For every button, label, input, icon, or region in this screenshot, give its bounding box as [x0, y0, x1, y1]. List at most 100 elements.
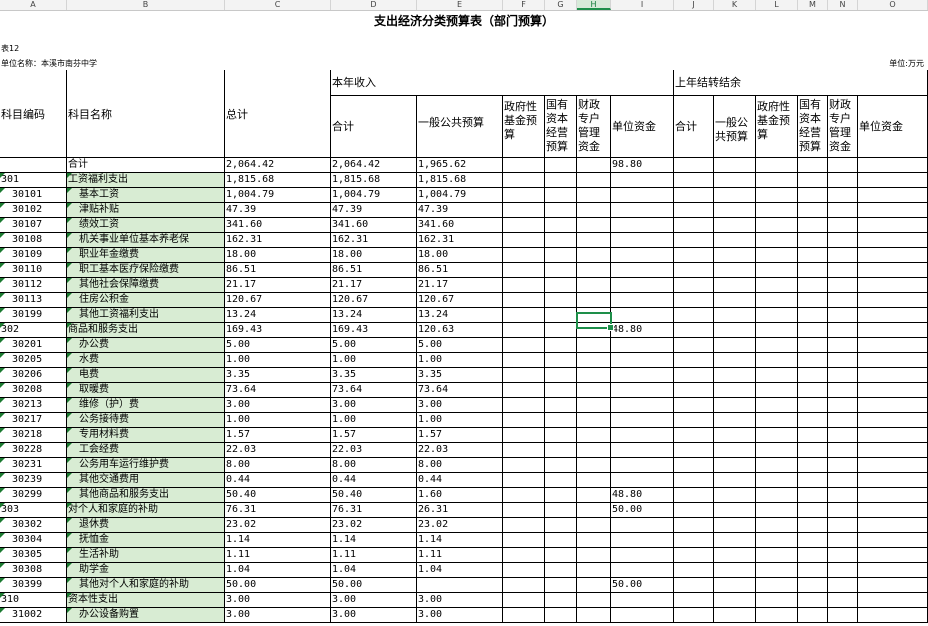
row-empty[interactable]: [798, 248, 828, 263]
row-total[interactable]: 1.04: [225, 563, 331, 578]
row-empty[interactable]: [714, 428, 756, 443]
row-empty[interactable]: [503, 488, 545, 503]
row-empty[interactable]: [577, 203, 611, 218]
row-general-budget[interactable]: 3.00: [417, 398, 503, 413]
row-empty[interactable]: [798, 428, 828, 443]
row-general-budget[interactable]: 47.39: [417, 203, 503, 218]
row-empty[interactable]: [858, 578, 928, 593]
row-sum[interactable]: 1.00: [331, 353, 417, 368]
row-empty[interactable]: [503, 203, 545, 218]
row-empty[interactable]: [798, 608, 828, 623]
row-sum[interactable]: 73.64: [331, 383, 417, 398]
row-general-budget[interactable]: 1.11: [417, 548, 503, 563]
row-empty[interactable]: [577, 503, 611, 518]
row-sum[interactable]: 13.24: [331, 308, 417, 323]
row-empty[interactable]: [503, 188, 545, 203]
row-empty[interactable]: [828, 398, 858, 413]
row-empty[interactable]: [714, 308, 756, 323]
row-code[interactable]: [0, 158, 67, 173]
row-empty[interactable]: [756, 503, 798, 518]
row-empty[interactable]: [503, 293, 545, 308]
row-empty[interactable]: [798, 593, 828, 608]
row-empty[interactable]: [545, 413, 577, 428]
row-general-budget[interactable]: 1.00: [417, 353, 503, 368]
row-empty[interactable]: [756, 608, 798, 623]
row-empty[interactable]: [756, 458, 798, 473]
row-empty[interactable]: [545, 173, 577, 188]
row-unit-fund[interactable]: [611, 278, 674, 293]
row-name[interactable]: 合计: [67, 158, 225, 173]
row-sum[interactable]: 1.00: [331, 413, 417, 428]
row-name[interactable]: 生活补助: [67, 548, 225, 563]
row-sum[interactable]: 22.03: [331, 443, 417, 458]
row-empty[interactable]: [828, 263, 858, 278]
row-empty[interactable]: [828, 518, 858, 533]
row-empty[interactable]: [577, 188, 611, 203]
row-empty[interactable]: [503, 308, 545, 323]
row-empty[interactable]: [545, 608, 577, 623]
row-general-budget[interactable]: [417, 578, 503, 593]
row-empty[interactable]: [756, 578, 798, 593]
row-code[interactable]: 30228: [0, 443, 67, 458]
row-empty[interactable]: [545, 518, 577, 533]
row-empty[interactable]: [756, 308, 798, 323]
row-empty[interactable]: [798, 323, 828, 338]
row-total[interactable]: 3.00: [225, 593, 331, 608]
row-empty[interactable]: [577, 458, 611, 473]
row-empty[interactable]: [674, 608, 714, 623]
row-empty[interactable]: [756, 398, 798, 413]
column-letter-a[interactable]: A: [0, 0, 67, 10]
row-total[interactable]: 1.57: [225, 428, 331, 443]
row-name[interactable]: 其他工资福利支出: [67, 308, 225, 323]
row-empty[interactable]: [798, 488, 828, 503]
row-sum[interactable]: 3.00: [331, 608, 417, 623]
row-empty[interactable]: [828, 368, 858, 383]
row-code[interactable]: 30102: [0, 203, 67, 218]
row-empty[interactable]: [714, 458, 756, 473]
row-empty[interactable]: [858, 203, 928, 218]
row-name[interactable]: 商品和服务支出: [67, 323, 225, 338]
row-empty[interactable]: [577, 338, 611, 353]
row-empty[interactable]: [798, 518, 828, 533]
row-code[interactable]: 30113: [0, 293, 67, 308]
row-empty[interactable]: [798, 293, 828, 308]
row-unit-fund[interactable]: [611, 248, 674, 263]
row-empty[interactable]: [545, 593, 577, 608]
row-unit-fund[interactable]: [611, 308, 674, 323]
column-letter-h[interactable]: H: [577, 0, 611, 10]
row-unit-fund[interactable]: [611, 548, 674, 563]
row-empty[interactable]: [858, 263, 928, 278]
column-letter-f[interactable]: F: [503, 0, 545, 10]
row-unit-fund[interactable]: [611, 563, 674, 578]
row-name[interactable]: 职工基本医疗保险缴费: [67, 263, 225, 278]
row-empty[interactable]: [828, 218, 858, 233]
row-empty[interactable]: [798, 233, 828, 248]
row-general-budget[interactable]: 1.57: [417, 428, 503, 443]
row-code[interactable]: 30108: [0, 233, 67, 248]
row-name[interactable]: 办公设备购置: [67, 608, 225, 623]
header-prev-sub-1[interactable]: 一般公共预算: [714, 96, 756, 158]
row-total[interactable]: 1.14: [225, 533, 331, 548]
row-empty[interactable]: [858, 413, 928, 428]
row-empty[interactable]: [756, 548, 798, 563]
header-sub-2[interactable]: 政府性基金预算: [503, 96, 545, 158]
row-empty[interactable]: [674, 218, 714, 233]
row-general-budget[interactable]: 3.00: [417, 608, 503, 623]
row-empty[interactable]: [828, 563, 858, 578]
row-empty[interactable]: [545, 203, 577, 218]
row-code[interactable]: 301: [0, 173, 67, 188]
row-empty[interactable]: [756, 158, 798, 173]
row-empty[interactable]: [577, 368, 611, 383]
row-sum[interactable]: 50.40: [331, 488, 417, 503]
row-empty[interactable]: [828, 428, 858, 443]
row-empty[interactable]: [577, 548, 611, 563]
row-empty[interactable]: [545, 548, 577, 563]
row-empty[interactable]: [798, 533, 828, 548]
row-code[interactable]: 30213: [0, 398, 67, 413]
column-letter-e[interactable]: E: [417, 0, 503, 10]
row-empty[interactable]: [714, 473, 756, 488]
row-empty[interactable]: [714, 413, 756, 428]
column-letter-c[interactable]: C: [225, 0, 331, 10]
row-total[interactable]: 120.67: [225, 293, 331, 308]
row-total[interactable]: 76.31: [225, 503, 331, 518]
